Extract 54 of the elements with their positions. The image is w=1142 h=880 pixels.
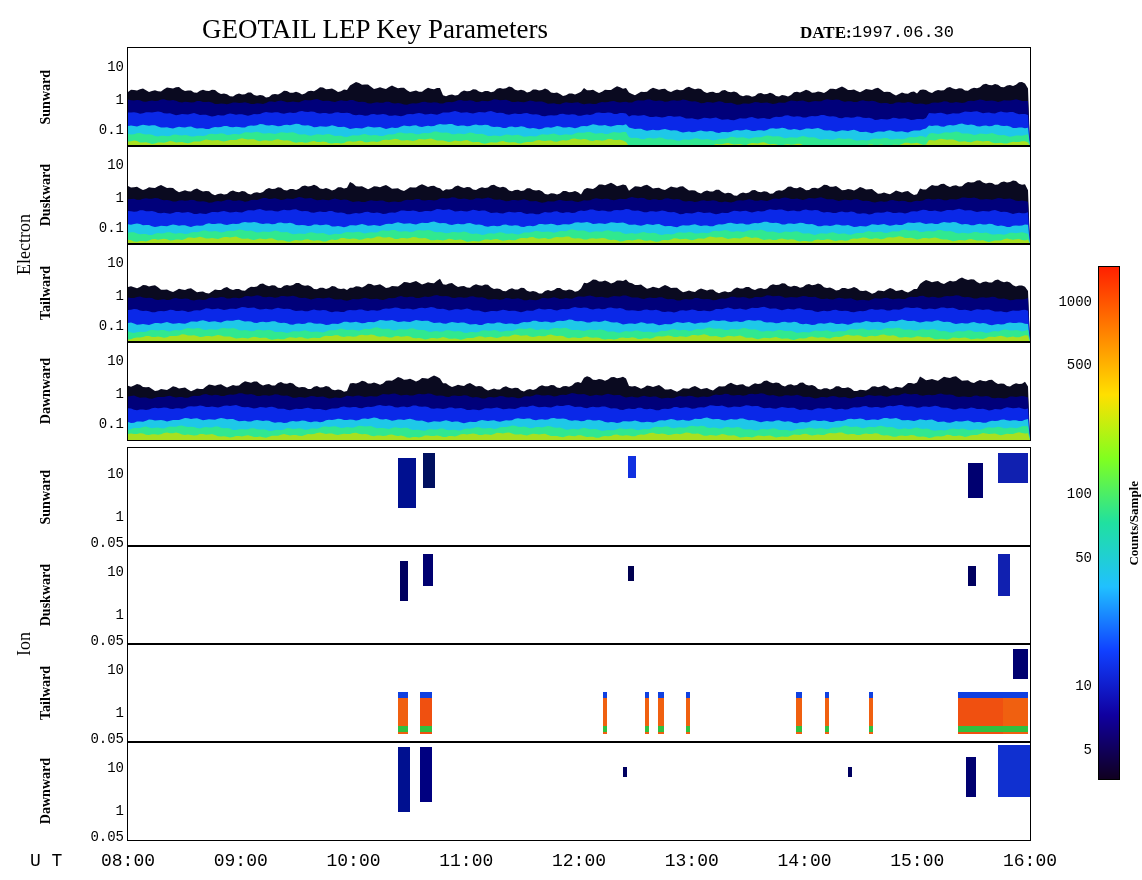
group-label: Ion <box>13 632 35 656</box>
panel-label: Dawnward <box>37 757 54 825</box>
y-tick-label: 10 <box>107 662 124 679</box>
y-tick-label: 10 <box>107 564 124 581</box>
y-tick-label: 1 <box>115 91 124 108</box>
date-value: 1997.06.30 <box>852 22 955 44</box>
panel-label: Tailward <box>37 666 54 720</box>
y-tick-label: 10 <box>107 352 124 369</box>
colorbar-tick-label: 1000 <box>1058 293 1092 310</box>
x-tick-label: 12:00 <box>551 850 607 872</box>
x-tick-label: 08:00 <box>100 850 156 872</box>
x-tick-label: 10:00 <box>325 850 382 872</box>
x-tick-label: 11:00 <box>438 850 495 872</box>
y-tick-label: 0.1 <box>98 220 124 237</box>
x-tick-label: 09:00 <box>212 850 269 872</box>
y-tick-label: 0.1 <box>98 122 124 139</box>
y-tick-label: 10 <box>107 466 124 483</box>
x-tick-label: 13:00 <box>663 850 720 872</box>
y-tick-label: 1 <box>115 704 124 721</box>
y-tick-label: 1 <box>115 189 124 206</box>
y-tick-label: 1 <box>115 802 124 819</box>
panel-label: Sunward <box>37 69 54 125</box>
colorbar-tick-label: 5 <box>1083 742 1092 759</box>
y-tick-label: 10 <box>107 254 124 271</box>
colorbar-tick-label: 50 <box>1075 549 1092 566</box>
colorbar-tick-label: 10 <box>1075 677 1092 694</box>
panel-label: Tailward <box>37 266 54 320</box>
y-tick-label: 10 <box>107 58 124 75</box>
y-tick-label: 1 <box>115 287 124 304</box>
y-tick-label: 0.05 <box>90 829 124 846</box>
colorbar-tick-label: 100 <box>1066 486 1092 503</box>
panel-label: Dawnward <box>37 357 54 425</box>
group-label: Electron <box>13 213 35 275</box>
x-tick-label: 16:00 <box>1002 850 1058 872</box>
y-tick-label: 0.1 <box>98 416 124 433</box>
panel-label: Duskward <box>37 163 54 227</box>
y-tick-label: 1 <box>115 606 124 623</box>
y-tick-label: 10 <box>107 156 124 173</box>
y-tick-label: 10 <box>107 760 124 777</box>
panel-label: Duskward <box>37 563 54 627</box>
x-tick-label: 15:00 <box>889 850 946 872</box>
y-tick-label: 0.1 <box>98 318 124 335</box>
y-tick-label: 0.05 <box>90 633 124 650</box>
y-tick-label: 1 <box>115 385 124 402</box>
colorbar-label: Counts/Sample <box>1126 480 1142 566</box>
y-tick-label: 0.05 <box>90 731 124 748</box>
y-tick-label: 1 <box>115 508 124 525</box>
x-tick-label: 14:00 <box>776 850 833 872</box>
date-label: DATE: <box>800 22 852 44</box>
x-axis-label: U T <box>30 850 63 872</box>
chart-title: GEOTAIL LEP Key Parameters <box>202 13 548 46</box>
panel-label: Sunward <box>37 469 54 525</box>
y-tick-label: 0.05 <box>90 535 124 552</box>
colorbar-tick-label: 500 <box>1066 357 1092 374</box>
